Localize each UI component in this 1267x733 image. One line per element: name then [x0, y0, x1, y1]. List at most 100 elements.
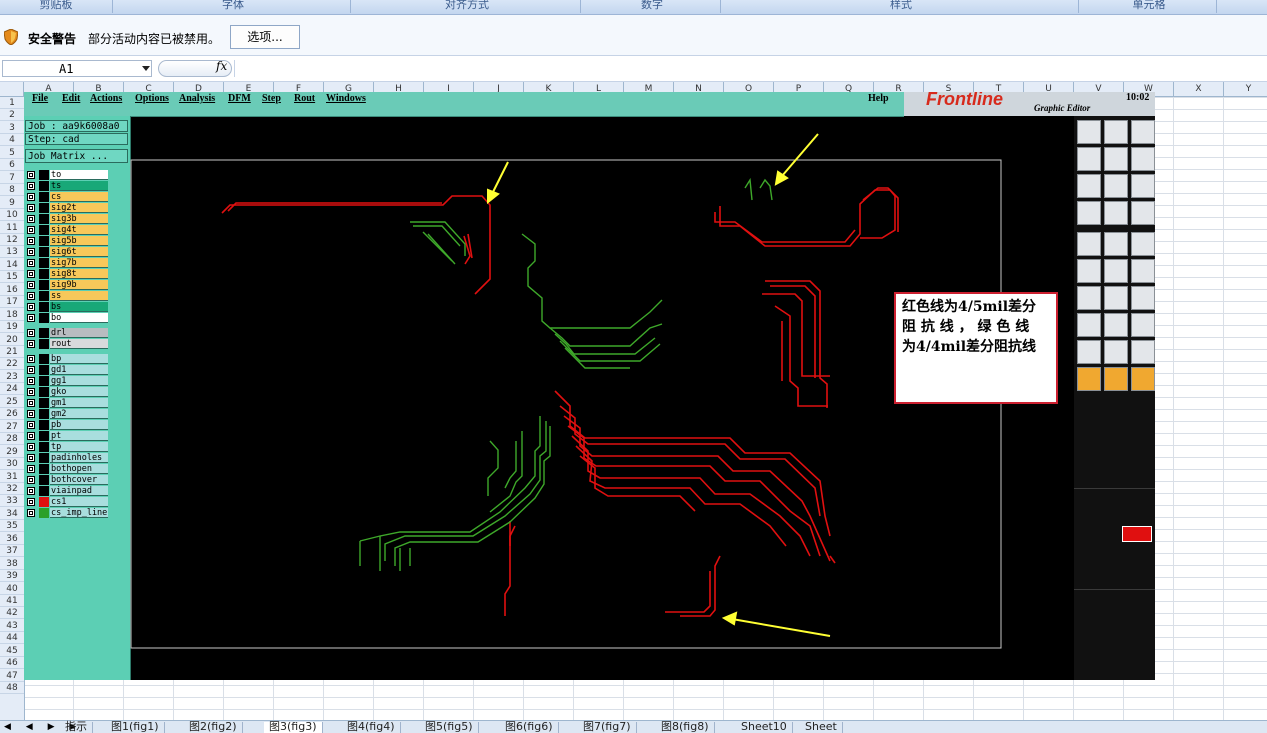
- row-header[interactable]: 18: [0, 309, 24, 321]
- row-header[interactable]: 40: [0, 583, 24, 595]
- row-header[interactable]: 19: [0, 321, 24, 334]
- ribbon-group-clipboard[interactable]: 剪贴板: [0, 0, 113, 13]
- row-header[interactable]: 32: [0, 483, 24, 495]
- row-header[interactable]: 3: [0, 122, 24, 134]
- row-header[interactable]: 6: [0, 159, 24, 172]
- row-header[interactable]: 4: [0, 134, 24, 147]
- layer-color-swatch: [39, 328, 49, 338]
- row-header[interactable]: 23: [0, 371, 24, 383]
- row-header[interactable]: 31: [0, 471, 24, 483]
- row-header[interactable]: 47: [0, 670, 24, 682]
- sheet-tab[interactable]: 指示: [60, 721, 93, 733]
- sheet-tab[interactable]: 图7(fig7): [578, 721, 637, 733]
- layer-row: rout: [26, 339, 108, 349]
- row-header[interactable]: 11: [0, 222, 24, 234]
- select-all-corner[interactable]: [0, 82, 24, 96]
- row-header[interactable]: 48: [0, 682, 24, 695]
- row-header[interactable]: 1: [0, 97, 24, 109]
- row-header[interactable]: 26: [0, 408, 24, 421]
- red-trace: [567, 425, 821, 557]
- row-header[interactable]: 38: [0, 558, 24, 570]
- embedded-cad-picture[interactable]: File Edit Actions Options Analysis DFM S…: [24, 92, 1155, 680]
- row-header[interactable]: 46: [0, 657, 24, 670]
- row-header[interactable]: 33: [0, 495, 24, 508]
- green-trace: [759, 178, 773, 201]
- row-header[interactable]: 17: [0, 296, 24, 309]
- row-header[interactable]: 45: [0, 645, 24, 657]
- row-header[interactable]: 39: [0, 570, 24, 583]
- ribbon-group-styles[interactable]: 样式: [724, 0, 1079, 13]
- green-trace: [504, 441, 517, 489]
- layer-name: pt: [50, 431, 108, 441]
- chevron-down-icon[interactable]: [142, 66, 150, 71]
- row-header[interactable]: 43: [0, 620, 24, 632]
- row-header[interactable]: 37: [0, 545, 24, 558]
- row-header[interactable]: 7: [0, 172, 24, 184]
- row-header[interactable]: 20: [0, 334, 24, 346]
- ribbon-group-alignment[interactable]: 对齐方式: [354, 0, 581, 13]
- row-header[interactable]: 16: [0, 284, 24, 296]
- layer-checkbox: [27, 171, 35, 179]
- sheet-tab[interactable]: Sheet10: [736, 721, 793, 733]
- row-header[interactable]: 12: [0, 234, 24, 246]
- board-outline: [130, 159, 1002, 649]
- name-box[interactable]: A1: [2, 60, 152, 77]
- ribbon-group-number[interactable]: 数字: [584, 0, 721, 13]
- row-header[interactable]: 2: [0, 109, 24, 122]
- formula-input[interactable]: [234, 60, 1265, 77]
- tool-icon: [1077, 313, 1101, 337]
- layer-row: cs_imp_line: [26, 508, 108, 518]
- row-header[interactable]: 34: [0, 508, 24, 520]
- row-header[interactable]: 14: [0, 259, 24, 271]
- sheet-tab[interactable]: 图1(fig1): [106, 721, 165, 733]
- ribbon-group-cells[interactable]: 单元格: [1082, 0, 1217, 13]
- ribbon-group-font[interactable]: 字体: [116, 0, 351, 13]
- row-header[interactable]: 25: [0, 396, 24, 408]
- sheet-tab[interactable]: Sheet: [800, 721, 843, 733]
- tool-icon: [1077, 174, 1101, 198]
- security-options-button[interactable]: 选项...: [230, 25, 300, 49]
- layer-checkbox: [27, 366, 35, 374]
- red-trace: [862, 187, 899, 232]
- row-header[interactable]: 21: [0, 346, 24, 358]
- row-header[interactable]: 29: [0, 446, 24, 458]
- red-trace: [714, 212, 856, 243]
- layer-name: bothopen: [50, 464, 108, 474]
- layer-name: sig8t: [50, 269, 108, 279]
- green-trace: [744, 177, 753, 201]
- layer-row: sig4t: [26, 225, 108, 235]
- row-header[interactable]: 42: [0, 607, 24, 620]
- sheet-tab[interactable]: 图6(fig6): [500, 721, 559, 733]
- sheet-tab[interactable]: 图8(fig8): [656, 721, 715, 733]
- sheet-tab[interactable]: 图5(fig5): [420, 721, 479, 733]
- row-header[interactable]: 13: [0, 246, 24, 259]
- layer-name: sig6t: [50, 247, 108, 257]
- row-header[interactable]: 41: [0, 595, 24, 607]
- red-trace: [680, 555, 721, 617]
- column-header[interactable]: X: [1174, 82, 1224, 96]
- row-header[interactable]: 9: [0, 197, 24, 209]
- row-header[interactable]: 27: [0, 421, 24, 433]
- layer-name: to: [50, 170, 108, 180]
- layer-checkbox: [27, 281, 35, 289]
- row-header[interactable]: 5: [0, 147, 24, 159]
- row-header[interactable]: 36: [0, 533, 24, 545]
- sheet-tab[interactable]: 图3(fig3): [264, 721, 323, 733]
- row-header[interactable]: 22: [0, 358, 24, 371]
- row-header[interactable]: 30: [0, 458, 24, 471]
- row-header[interactable]: 24: [0, 383, 24, 396]
- row-header[interactable]: 10: [0, 209, 24, 222]
- sheet-tab[interactable]: 图4(fig4): [342, 721, 401, 733]
- row-header[interactable]: 15: [0, 271, 24, 284]
- layer-row: sig7b: [26, 258, 108, 268]
- row-header[interactable]: 28: [0, 433, 24, 446]
- column-header[interactable]: Y: [1224, 82, 1267, 96]
- layer-color-swatch: [39, 376, 49, 386]
- row-header[interactable]: 8: [0, 184, 24, 197]
- layer-row: sig5b: [26, 236, 108, 246]
- row-header[interactable]: 44: [0, 632, 24, 645]
- row-header[interactable]: 35: [0, 520, 24, 533]
- sheet-tab[interactable]: 图2(fig2): [184, 721, 243, 733]
- layer-checkbox: [27, 388, 35, 396]
- insert-function-icon[interactable]: fx: [216, 59, 227, 73]
